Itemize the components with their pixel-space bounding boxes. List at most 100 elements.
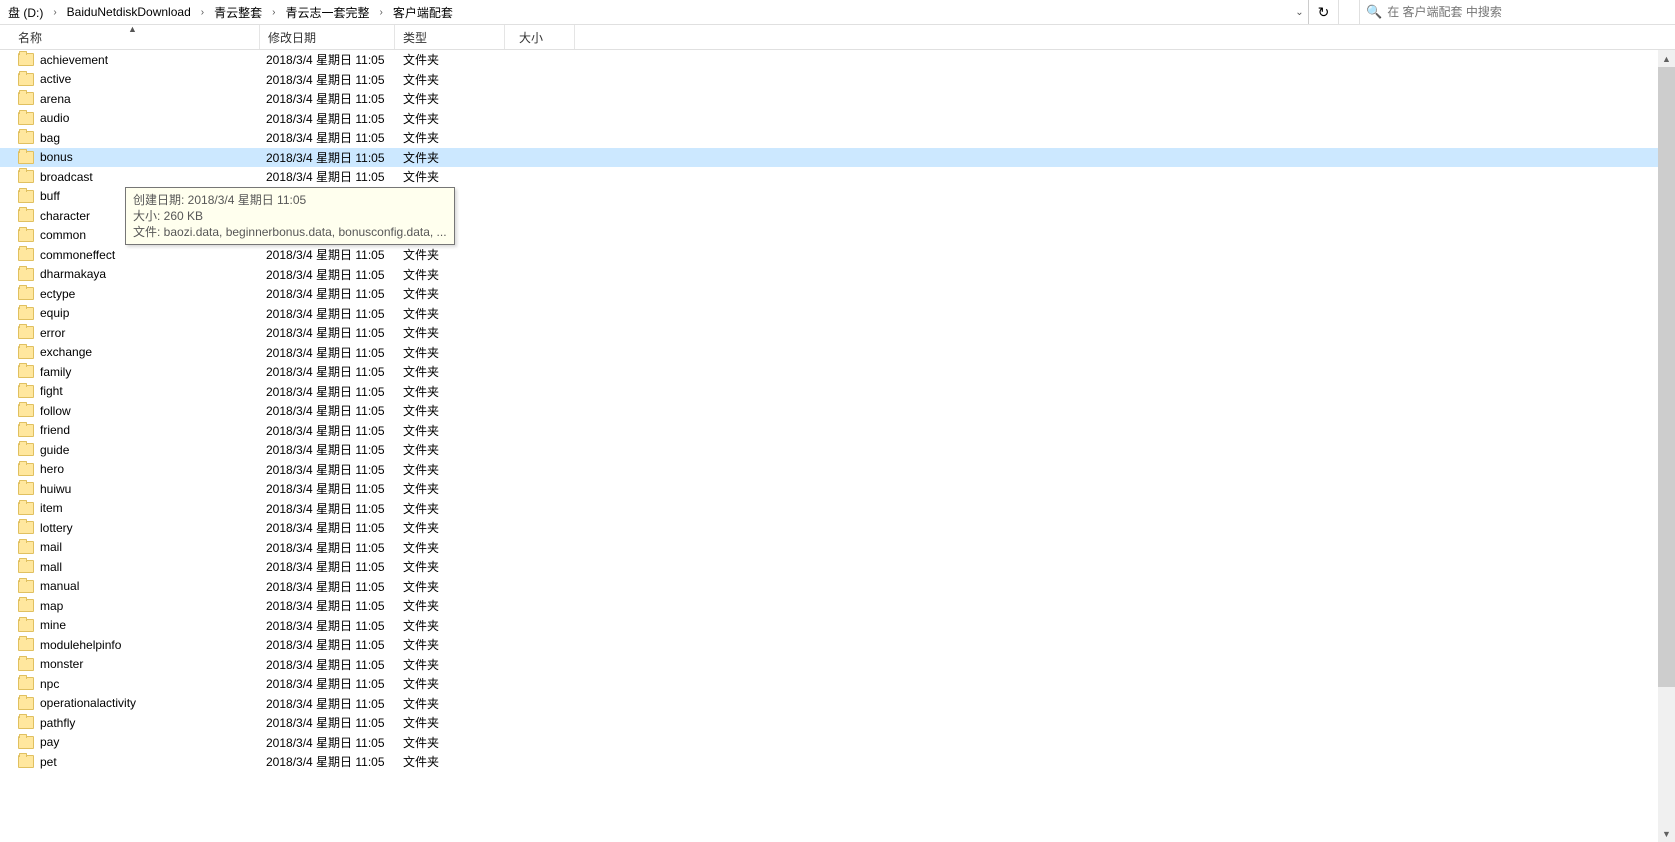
folder-row[interactable]: dharmakaya2018/3/4 星期日 11:05文件夹 (0, 265, 1675, 285)
folder-icon (18, 385, 34, 398)
folder-row[interactable]: mall2018/3/4 星期日 11:05文件夹 (0, 557, 1675, 577)
scroll-thumb[interactable] (1658, 67, 1675, 687)
folder-row[interactable]: monster2018/3/4 星期日 11:05文件夹 (0, 655, 1675, 675)
breadcrumb-item[interactable]: 青云志一套完整 (279, 0, 375, 24)
column-header-date[interactable]: 修改日期 (260, 25, 395, 49)
scroll-down-button[interactable]: ▼ (1658, 825, 1675, 842)
column-header-type[interactable]: 类型 (395, 25, 505, 49)
folder-date: 2018/3/4 星期日 11:05 (266, 500, 401, 517)
folder-row[interactable]: manual2018/3/4 星期日 11:05文件夹 (0, 577, 1675, 597)
folder-row[interactable]: family2018/3/4 星期日 11:05文件夹 (0, 362, 1675, 382)
folder-name: arena (40, 92, 266, 106)
folder-type: 文件夹 (401, 324, 511, 341)
folder-row[interactable]: guide2018/3/4 星期日 11:05文件夹 (0, 440, 1675, 460)
folder-row[interactable]: operationalactivity2018/3/4 星期日 11:05文件夹 (0, 694, 1675, 714)
scroll-up-button[interactable]: ▲ (1658, 50, 1675, 67)
search-box[interactable]: 🔍 (1359, 0, 1651, 24)
breadcrumb-item[interactable]: BaiduNetdiskDownload (61, 0, 197, 24)
folder-name: bonus (40, 150, 266, 164)
folder-row[interactable]: ectype2018/3/4 星期日 11:05文件夹 (0, 284, 1675, 304)
folder-row[interactable]: arena2018/3/4 星期日 11:05文件夹 (0, 89, 1675, 109)
folder-type: 文件夹 (401, 617, 511, 634)
folder-row[interactable]: hero2018/3/4 星期日 11:05文件夹 (0, 460, 1675, 480)
folder-date: 2018/3/4 星期日 11:05 (266, 402, 401, 419)
folder-icon (18, 541, 34, 554)
folder-icon (18, 638, 34, 651)
folder-icon (18, 190, 34, 203)
breadcrumb-item[interactable]: 客户端配套 (387, 0, 459, 24)
folder-date: 2018/3/4 星期日 11:05 (266, 344, 401, 361)
folder-date: 2018/3/4 星期日 11:05 (266, 480, 401, 497)
folder-name: lottery (40, 521, 266, 535)
folder-name: equip (40, 306, 266, 320)
folder-date: 2018/3/4 星期日 11:05 (266, 656, 401, 673)
folder-type: 文件夹 (401, 383, 511, 400)
folder-date: 2018/3/4 星期日 11:05 (266, 51, 401, 68)
folder-date: 2018/3/4 星期日 11:05 (266, 90, 401, 107)
folder-icon (18, 229, 34, 242)
folder-row[interactable]: bonus2018/3/4 星期日 11:05文件夹 (0, 148, 1675, 168)
folder-row[interactable]: map2018/3/4 星期日 11:05文件夹 (0, 596, 1675, 616)
search-input[interactable] (1387, 5, 1645, 19)
folder-icon (18, 92, 34, 105)
folder-type: 文件夹 (401, 519, 511, 536)
breadcrumb[interactable]: 盘 (D:) › BaiduNetdiskDownload › 青云整套 › 青… (0, 0, 1309, 24)
folder-row[interactable]: pet2018/3/4 星期日 11:05文件夹 (0, 752, 1675, 772)
chevron-right-icon[interactable]: › (197, 7, 208, 18)
folder-row[interactable]: active2018/3/4 星期日 11:05文件夹 (0, 70, 1675, 90)
folder-row[interactable]: mine2018/3/4 星期日 11:05文件夹 (0, 616, 1675, 636)
folder-row[interactable]: exchange2018/3/4 星期日 11:05文件夹 (0, 343, 1675, 363)
breadcrumb-root[interactable]: 盘 (D:) (2, 0, 49, 24)
folder-row[interactable]: audio2018/3/4 星期日 11:05文件夹 (0, 109, 1675, 129)
folder-name: item (40, 501, 266, 515)
folder-row[interactable]: bag2018/3/4 星期日 11:05文件夹 (0, 128, 1675, 148)
folder-date: 2018/3/4 星期日 11:05 (266, 363, 401, 380)
folder-date: 2018/3/4 星期日 11:05 (266, 753, 401, 770)
folder-icon (18, 443, 34, 456)
folder-row[interactable]: huiwu2018/3/4 星期日 11:05文件夹 (0, 479, 1675, 499)
file-list[interactable]: achievement2018/3/4 星期日 11:05文件夹active20… (0, 50, 1675, 842)
chevron-right-icon[interactable]: › (375, 7, 386, 18)
folder-icon (18, 658, 34, 671)
folder-name: follow (40, 404, 266, 418)
folder-name: mail (40, 540, 266, 554)
folder-icon (18, 424, 34, 437)
folder-icon (18, 53, 34, 66)
folder-row[interactable]: achievement2018/3/4 星期日 11:05文件夹 (0, 50, 1675, 70)
vertical-scrollbar[interactable]: ▲ ▼ (1658, 50, 1675, 842)
folder-row[interactable]: equip2018/3/4 星期日 11:05文件夹 (0, 304, 1675, 324)
folder-row[interactable]: follow2018/3/4 星期日 11:05文件夹 (0, 401, 1675, 421)
folder-row[interactable]: lottery2018/3/4 星期日 11:05文件夹 (0, 518, 1675, 538)
breadcrumb-history-dropdown[interactable]: ⌄ (1290, 0, 1308, 24)
column-headers: ▲ 名称 修改日期 类型 大小 (0, 25, 1675, 50)
folder-row[interactable]: pay2018/3/4 星期日 11:05文件夹 (0, 733, 1675, 753)
breadcrumb-item[interactable]: 青云整套 (208, 0, 268, 24)
folder-icon (18, 248, 34, 261)
folder-row[interactable]: npc2018/3/4 星期日 11:05文件夹 (0, 674, 1675, 694)
folder-row[interactable]: mail2018/3/4 星期日 11:05文件夹 (0, 538, 1675, 558)
folder-type: 文件夹 (401, 480, 511, 497)
folder-row[interactable]: fight2018/3/4 星期日 11:05文件夹 (0, 382, 1675, 402)
folder-name: broadcast (40, 170, 266, 184)
folder-row[interactable]: modulehelpinfo2018/3/4 星期日 11:05文件夹 (0, 635, 1675, 655)
folder-row[interactable]: friend2018/3/4 星期日 11:05文件夹 (0, 421, 1675, 441)
folder-date: 2018/3/4 星期日 11:05 (266, 110, 401, 127)
folder-name: fight (40, 384, 266, 398)
chevron-right-icon[interactable]: › (268, 7, 279, 18)
folder-date: 2018/3/4 星期日 11:05 (266, 168, 401, 185)
folder-name: pathfly (40, 716, 266, 730)
folder-icon (18, 502, 34, 515)
folder-date: 2018/3/4 星期日 11:05 (266, 636, 401, 653)
folder-type: 文件夹 (401, 539, 511, 556)
folder-row[interactable]: pathfly2018/3/4 星期日 11:05文件夹 (0, 713, 1675, 733)
folder-row[interactable]: item2018/3/4 星期日 11:05文件夹 (0, 499, 1675, 519)
column-header-size[interactable]: 大小 (505, 25, 575, 49)
folder-icon (18, 307, 34, 320)
folder-row[interactable]: error2018/3/4 星期日 11:05文件夹 (0, 323, 1675, 343)
chevron-right-icon[interactable]: › (49, 7, 60, 18)
folder-row[interactable]: commoneffect2018/3/4 星期日 11:05文件夹 (0, 245, 1675, 265)
refresh-button[interactable]: ↻ (1309, 0, 1339, 24)
folder-icon (18, 521, 34, 534)
folder-type: 文件夹 (401, 344, 511, 361)
folder-row[interactable]: broadcast2018/3/4 星期日 11:05文件夹 (0, 167, 1675, 187)
